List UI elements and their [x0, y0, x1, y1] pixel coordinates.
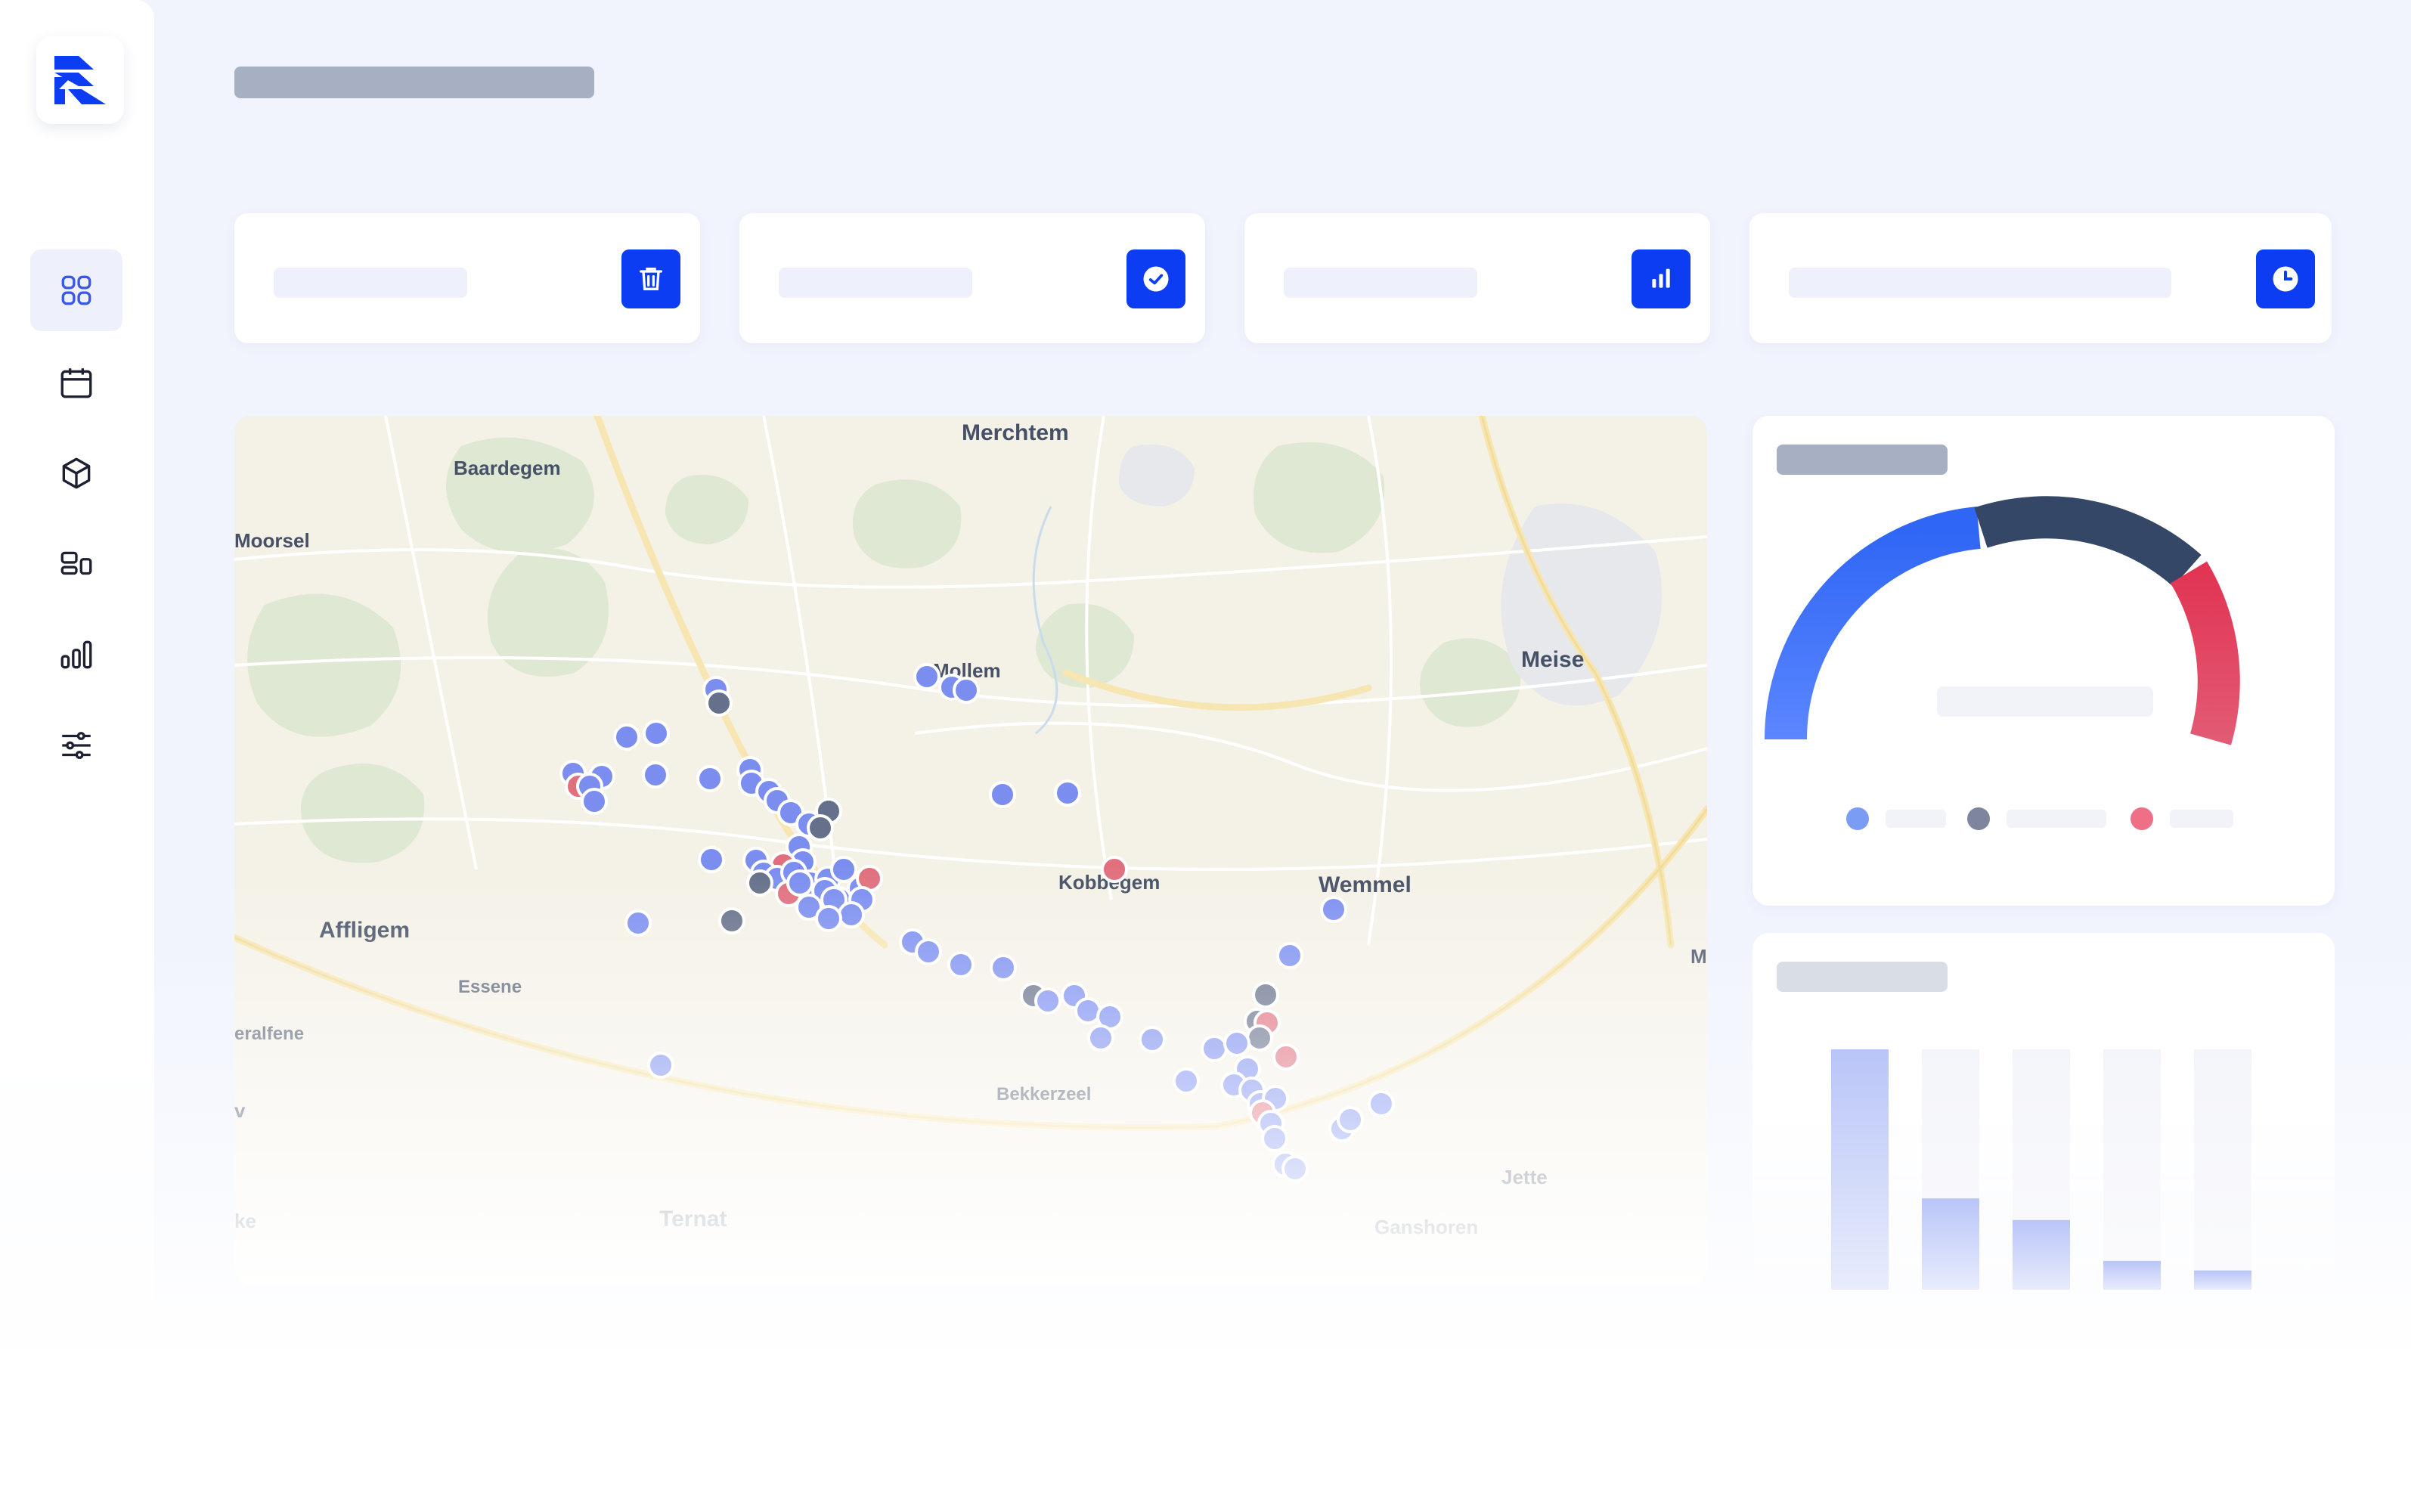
map-marker[interactable] — [947, 951, 975, 978]
map-marker[interactable] — [1337, 1106, 1364, 1133]
stat-label-placeholder — [274, 268, 467, 298]
gauge-segment-idle — [1974, 496, 2202, 587]
gauge-segment-alert — [2170, 561, 2240, 745]
map-marker[interactable] — [1074, 997, 1102, 1024]
bar-chart-panel — [1752, 933, 2335, 1326]
stat-icon-button[interactable] — [1632, 249, 1690, 308]
map-marker[interactable] — [1252, 981, 1279, 1009]
bar[interactable] — [1831, 1049, 1889, 1290]
map-marker[interactable] — [989, 781, 1016, 808]
stat-card-time — [1749, 213, 2332, 343]
stat-label-placeholder — [779, 268, 972, 298]
map-marker[interactable] — [1320, 896, 1347, 923]
map-marker[interactable] — [838, 901, 865, 928]
map-marker[interactable] — [815, 905, 842, 932]
map-marker[interactable] — [581, 788, 608, 815]
map-marker[interactable] — [746, 869, 773, 897]
calendar-icon — [60, 368, 92, 398]
sidebar-item-reports[interactable] — [30, 614, 122, 696]
map-marker[interactable] — [1276, 942, 1303, 969]
map-marker[interactable] — [1054, 779, 1081, 807]
map-view[interactable]: Merchtem Baardegem Moorsel Meise Mollem … — [234, 416, 1707, 1285]
map-marker[interactable] — [1223, 1030, 1250, 1057]
map-marker[interactable] — [1139, 1026, 1166, 1053]
bar-track — [2103, 1049, 2161, 1290]
map-marker[interactable] — [953, 677, 980, 704]
map-marker[interactable] — [1246, 1024, 1273, 1052]
bar[interactable] — [2194, 1270, 2251, 1290]
map-marker[interactable] — [647, 1052, 674, 1079]
legend-dot-idle — [1967, 807, 1990, 830]
marker-layer — [559, 663, 1395, 1182]
map-marker[interactable] — [705, 689, 733, 717]
layout-icon — [60, 551, 92, 575]
sliders-icon — [62, 732, 91, 759]
map-marker[interactable] — [1201, 1035, 1228, 1062]
stat-icon-button[interactable] — [621, 249, 680, 308]
legend-dot-alert — [2131, 807, 2153, 830]
sidebar — [0, 0, 154, 1512]
page-title-placeholder — [234, 67, 594, 98]
map-marker[interactable] — [642, 761, 669, 789]
bar-chart-icon — [60, 640, 92, 669]
stat-card-statistics — [1244, 213, 1710, 343]
map-marker[interactable] — [624, 909, 652, 937]
bar[interactable] — [2103, 1260, 2161, 1290]
clock-icon — [2273, 266, 2298, 292]
map-marker[interactable] — [1281, 1155, 1309, 1182]
map-marker[interactable] — [1034, 987, 1061, 1015]
bar-chart — [1831, 1049, 2251, 1290]
map-marker[interactable] — [990, 954, 1017, 981]
map-marker[interactable] — [1261, 1125, 1288, 1152]
map-marker[interactable] — [1173, 1067, 1200, 1095]
map-marker[interactable] — [613, 723, 640, 751]
sidebar-item-layout[interactable] — [30, 523, 122, 605]
cube-icon — [62, 457, 91, 489]
sidebar-item-dashboard[interactable] — [30, 249, 122, 331]
legend-label-placeholder — [2007, 810, 2106, 828]
map-marker[interactable] — [915, 938, 942, 965]
map-marker[interactable] — [807, 814, 834, 841]
bar-track — [2194, 1049, 2251, 1290]
map-marker[interactable] — [696, 765, 724, 792]
stat-icon-button[interactable] — [2256, 249, 2315, 308]
gauge-value-placeholder — [1937, 686, 2153, 717]
map-marker[interactable] — [1272, 1043, 1300, 1070]
bar-chart-icon — [1652, 268, 1670, 288]
map-marker[interactable] — [718, 907, 745, 934]
stat-card-removed — [234, 213, 700, 343]
map-marker[interactable] — [786, 869, 813, 897]
rz-logo-icon — [54, 56, 106, 104]
stat-label-placeholder — [1284, 268, 1477, 298]
map-marker[interactable] — [1087, 1024, 1114, 1052]
legend-label-placeholder — [2170, 810, 2233, 828]
check-circle-icon — [1143, 266, 1169, 292]
gauge-panel — [1752, 416, 2335, 906]
gauge-chart — [1765, 496, 2240, 745]
stat-card-completed — [739, 213, 1205, 343]
stat-icon-button[interactable] — [1126, 249, 1185, 308]
grid-icon — [61, 275, 91, 305]
trash-icon — [640, 268, 662, 290]
sidebar-item-calendar[interactable] — [30, 342, 122, 423]
legend-label-placeholder — [1886, 810, 1946, 828]
bar[interactable] — [2013, 1219, 2070, 1290]
bar[interactable] — [1922, 1198, 1979, 1290]
stat-label-placeholder — [1789, 268, 2171, 298]
map-marker[interactable] — [1101, 856, 1128, 883]
map-marker[interactable] — [698, 846, 725, 873]
sidebar-item-settings[interactable] — [30, 705, 122, 786]
legend-dot-active — [1846, 807, 1869, 830]
map-marker[interactable] — [913, 663, 941, 690]
sidebar-item-inventory[interactable] — [30, 432, 122, 514]
map-marker[interactable] — [643, 720, 670, 747]
map-marker[interactable] — [1368, 1090, 1395, 1117]
app-logo[interactable] — [36, 36, 124, 124]
